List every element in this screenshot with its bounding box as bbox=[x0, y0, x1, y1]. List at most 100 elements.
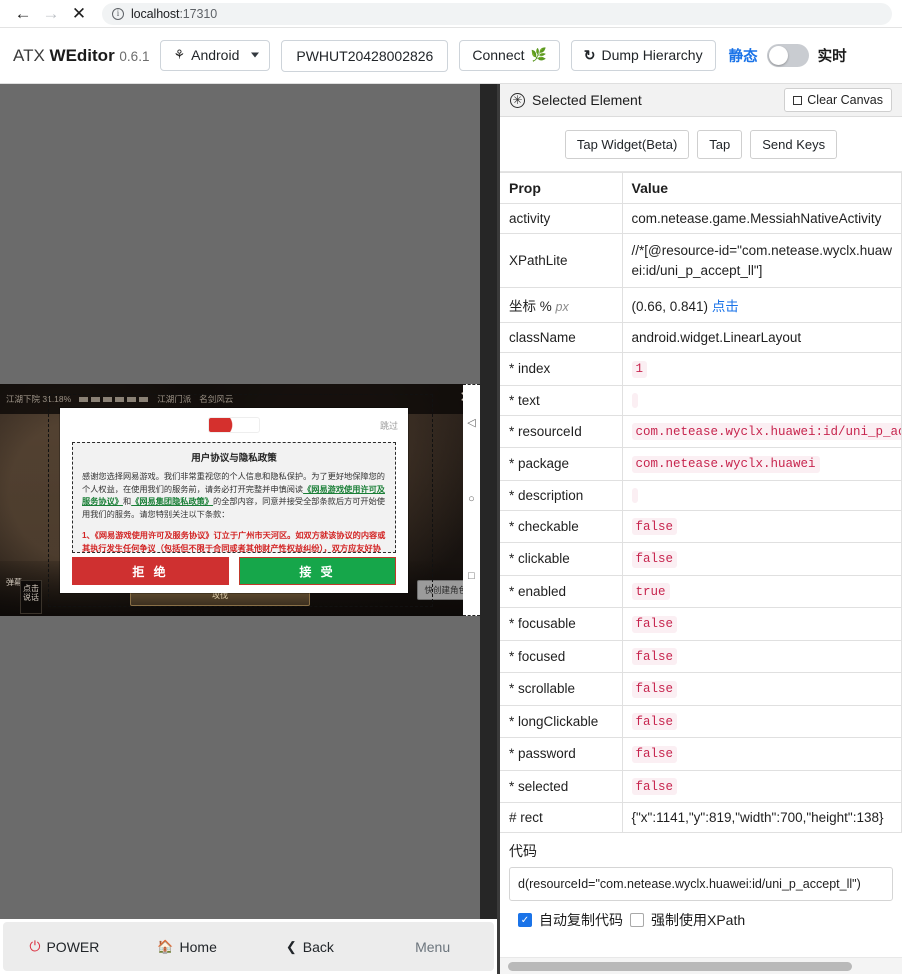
properties-table-body: activity com.netease.game.MessiahNativeAc… bbox=[500, 203, 902, 834]
url-port: :17310 bbox=[179, 6, 218, 21]
dialog-reject-button[interactable]: 拒 绝 bbox=[72, 557, 229, 585]
prop-key: className bbox=[500, 322, 623, 354]
serial-input[interactable] bbox=[281, 39, 449, 72]
table-header-row: Prop Value bbox=[500, 172, 902, 204]
prop-value-pill: false bbox=[631, 680, 678, 698]
recents-square-icon[interactable]: □ bbox=[468, 571, 475, 582]
inspector-panel-header: ✳ Selected Element Clear Canvas bbox=[500, 84, 902, 117]
power-button-label: POWER bbox=[46, 938, 100, 955]
brand-prefix: ATX bbox=[13, 45, 50, 65]
dialog-title: 用户协议与隐私政策 bbox=[191, 453, 277, 464]
table-row: * enabled true bbox=[500, 574, 902, 609]
back-triangle-icon[interactable]: ◁ bbox=[467, 417, 475, 429]
chevron-left-icon: ❮ bbox=[285, 938, 297, 954]
prop-value: false bbox=[622, 737, 902, 771]
prop-value: false bbox=[622, 509, 902, 544]
panel-horizontal-scrollbar[interactable] bbox=[500, 957, 902, 974]
dump-hierarchy-label: Dump Hierarchy bbox=[601, 46, 703, 63]
menu-button[interactable]: Menu bbox=[371, 922, 494, 971]
device-canvas[interactable]: 江湖下院 31.18% 江湖门派 名剑风云 ✕ 弹幕 点击说话 攻伐 快创建角色… bbox=[0, 84, 497, 919]
prop-value: //*[@resource-id="com.netease.wyclx.huaw… bbox=[622, 232, 902, 289]
canvas-dark-edge bbox=[480, 84, 497, 919]
prop-value: false bbox=[622, 672, 902, 706]
prop-value-pill: false bbox=[631, 778, 678, 796]
game-topbar-bars bbox=[79, 396, 150, 402]
auto-copy-checkbox[interactable]: ✓ bbox=[518, 913, 532, 928]
tap-button[interactable]: Tap bbox=[697, 130, 743, 159]
tap-widget-button[interactable]: Tap Widget(Beta) bbox=[564, 130, 690, 159]
send-keys-button[interactable]: Send Keys bbox=[750, 130, 838, 159]
prop-key: * checkable bbox=[500, 509, 623, 544]
table-row: # rect {"x":1141,"y":819,"width":700,"hei… bbox=[500, 802, 902, 834]
device-toolbar-group: ⏻ POWER 🏠 Home ❮ Back Menu bbox=[3, 922, 494, 971]
prop-key: activity bbox=[500, 203, 623, 234]
properties-table: Prop Value activity com.netease.game.Mess… bbox=[500, 172, 902, 834]
game-mic-button[interactable]: 点击说话 bbox=[20, 580, 42, 614]
device-bottom-toolbar: ⏻ POWER 🏠 Home ❮ Back Menu bbox=[0, 919, 497, 974]
force-xpath-checkbox[interactable] bbox=[630, 913, 644, 928]
prop-key-unit: px bbox=[555, 300, 569, 315]
prop-value: false bbox=[622, 704, 902, 739]
prop-value: (0.66, 0.841) 点击 bbox=[622, 287, 902, 324]
back-button[interactable]: ❮ Back bbox=[249, 922, 372, 971]
table-row: activity com.netease.game.MessiahNativeAc… bbox=[500, 203, 902, 234]
prop-value: false bbox=[622, 607, 902, 641]
dialog-link-privacy[interactable]: 《网易集团隐私政策》 bbox=[131, 497, 213, 506]
prop-key: 坐标 % px bbox=[500, 287, 623, 324]
browser-forward-icon[interactable]: → bbox=[38, 1, 64, 27]
panel-scroll-area[interactable]: Prop Value activity com.netease.game.Mess… bbox=[500, 172, 902, 957]
live-mode-toggle[interactable] bbox=[766, 44, 809, 67]
home-circle-icon[interactable]: ○ bbox=[468, 494, 475, 505]
auto-copy-label[interactable]: 自动复制代码 bbox=[539, 910, 623, 930]
browser-stop-icon[interactable]: ✕ bbox=[66, 1, 92, 27]
prop-key: # rect bbox=[500, 802, 623, 834]
toggle-knob bbox=[768, 46, 788, 65]
table-row: className android.widget.LinearLayout bbox=[500, 322, 902, 354]
dialog-corner-mark[interactable]: 跳过 bbox=[380, 419, 398, 432]
prop-value: false bbox=[622, 769, 902, 804]
prop-value-pill: true bbox=[631, 583, 670, 601]
platform-select-wrap[interactable]: ⚘ Android bbox=[160, 39, 271, 72]
device-screenshot[interactable]: 江湖下院 31.18% 江湖门派 名剑风云 ✕ 弹幕 点击说话 攻伐 快创建角色… bbox=[0, 384, 480, 616]
address-bar[interactable]: i localhost:17310 bbox=[102, 2, 892, 25]
browser-back-icon[interactable]: ← bbox=[10, 1, 36, 27]
dialog-paragraph-2: 1、《网易游戏使用许可及服务协议》订立于广州市天河区。如双方就该协议的内容或其执… bbox=[82, 530, 386, 553]
power-button[interactable]: ⏻ POWER bbox=[3, 922, 126, 971]
url-host: localhost bbox=[131, 6, 180, 21]
dialog-accept-button[interactable]: 接 受 bbox=[239, 557, 396, 585]
table-row: * focused false bbox=[500, 639, 902, 674]
device-nav-rail: ◁ ○ □ bbox=[463, 384, 480, 616]
prop-value: {"x":1141,"y":819,"width":700,"height":1… bbox=[622, 802, 902, 834]
privacy-dialog: 跳过 用户协议与隐私政策 感谢您选择网易游戏。我们非常重视您的个人信息和隐私保护… bbox=[60, 408, 408, 593]
scrollbar-thumb[interactable] bbox=[508, 961, 852, 971]
prop-value: com.netease.game.MessiahNativeActivity bbox=[622, 203, 902, 234]
prop-key: * selected bbox=[500, 769, 623, 804]
dialog-body: 用户协议与隐私政策 感谢您选择网易游戏。我们非常重视您的个人信息和隐私保护。为了… bbox=[72, 442, 396, 553]
prop-key: * clickable bbox=[500, 542, 623, 576]
mode-live-label: 实时 bbox=[817, 49, 847, 65]
element-action-row: Tap Widget(Beta) Tap Send Keys bbox=[500, 117, 902, 172]
table-row: * text bbox=[500, 384, 902, 416]
game-topbar-left: 江湖下院 31.18% bbox=[6, 394, 72, 404]
connect-button[interactable]: Connect 🌿 bbox=[459, 39, 560, 72]
home-icon: 🏠 bbox=[157, 938, 174, 954]
site-info-icon[interactable]: i bbox=[112, 7, 124, 20]
page-title: Selected Element bbox=[532, 92, 642, 108]
coord-value: (0.66, 0.841) bbox=[631, 299, 712, 315]
force-xpath-label[interactable]: 强制使用XPath bbox=[651, 910, 745, 930]
dump-hierarchy-button[interactable]: ↻ Dump Hierarchy bbox=[570, 39, 716, 72]
table-row: * focusable false bbox=[500, 607, 902, 641]
clear-canvas-button[interactable]: Clear Canvas bbox=[784, 88, 892, 112]
platform-select[interactable]: ⚘ Android bbox=[160, 39, 271, 72]
home-button[interactable]: 🏠 Home bbox=[126, 922, 249, 971]
dialog-actions: 拒 绝 接 受 bbox=[60, 553, 408, 593]
prop-key: * package bbox=[500, 447, 623, 481]
home-button-label: Home bbox=[179, 938, 217, 955]
square-icon bbox=[793, 95, 803, 105]
generated-code-input[interactable] bbox=[509, 867, 893, 902]
prop-value: 1 bbox=[622, 352, 902, 386]
dialog-paragraph-1: 感谢您选择网易游戏。我们非常重视您的个人信息和隐私保护。为了更好地保障您的个人权… bbox=[82, 471, 386, 522]
prop-value-pill: com.netease.wyclx.huawei:id/uni_p_accept… bbox=[631, 423, 901, 441]
coord-tap-link[interactable]: 点击 bbox=[712, 299, 739, 314]
panel-title-group: ✳ Selected Element bbox=[510, 92, 642, 108]
